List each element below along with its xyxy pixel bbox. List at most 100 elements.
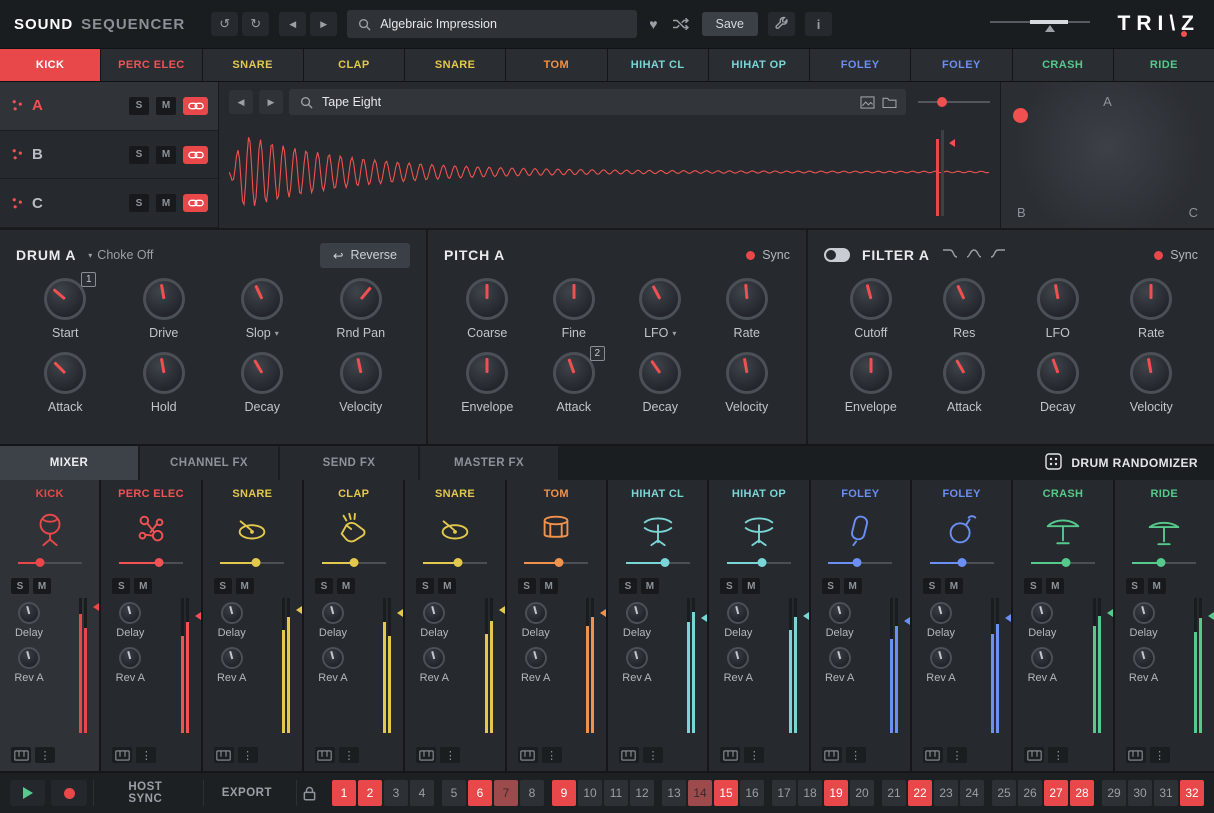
reverb-send-knob[interactable]: Rev A — [923, 647, 959, 684]
reverb-send-knob[interactable]: Rev A — [619, 647, 655, 684]
knob[interactable]: Drive — [115, 278, 214, 340]
delay-send-knob[interactable]: Delay — [518, 602, 554, 639]
delay-send-knob[interactable]: Delay — [619, 602, 655, 639]
mixer-channel-strip[interactable]: HIHAT CL S M Delay Rev A ⋮ — [608, 480, 707, 771]
drum-pad-tab[interactable]: PERC ELEC — [101, 49, 201, 81]
drum-pad-tab[interactable]: RIDE — [1114, 49, 1214, 81]
keyboard-button[interactable] — [720, 747, 740, 763]
channel-menu-button[interactable]: ⋮ — [643, 747, 663, 763]
channel-volume-slider[interactable] — [322, 558, 386, 568]
xy-cursor[interactable] — [1013, 108, 1028, 123]
master-volume-fader[interactable] — [990, 15, 1090, 33]
sequencer-step[interactable]: 8 — [520, 780, 544, 806]
delay-send-knob[interactable]: Delay — [1126, 602, 1162, 639]
layer-volume-slider[interactable] — [918, 96, 990, 108]
preset-search[interactable] — [347, 10, 637, 38]
channel-volume-slider[interactable] — [1132, 558, 1196, 568]
sequencer-step[interactable]: 2 — [358, 780, 382, 806]
channel-mute-button[interactable]: M — [742, 578, 760, 594]
channel-mute-button[interactable]: M — [337, 578, 355, 594]
export-button[interactable]: EXPORT — [203, 780, 290, 806]
filter-enable-toggle[interactable] — [824, 248, 850, 262]
channel-solo-button[interactable]: S — [923, 578, 941, 594]
channel-volume-slider[interactable] — [828, 558, 892, 568]
reverb-send-knob[interactable]: Rev A — [315, 647, 351, 684]
layer-solo-button[interactable]: S — [129, 146, 149, 164]
drum-pad-tab[interactable]: SNARE — [203, 49, 303, 81]
knob[interactable]: Fine — [531, 278, 618, 340]
channel-mute-button[interactable]: M — [438, 578, 456, 594]
keyboard-button[interactable] — [619, 747, 639, 763]
channel-menu-button[interactable]: ⋮ — [136, 747, 156, 763]
keyboard-button[interactable] — [1126, 747, 1146, 763]
sequencer-step[interactable]: 5 — [442, 780, 466, 806]
drum-pad-tab[interactable]: CLAP — [304, 49, 404, 81]
mixer-channel-strip[interactable]: KICK S M Delay Rev A ⋮ — [0, 480, 99, 771]
layer-solo-button[interactable]: S — [129, 194, 149, 212]
channel-menu-button[interactable]: ⋮ — [339, 747, 359, 763]
channel-mute-button[interactable]: M — [641, 578, 659, 594]
knob[interactable]: Attack — [918, 352, 1012, 414]
channel-mute-button[interactable]: M — [1046, 578, 1064, 594]
fx-tab[interactable]: MIXER — [0, 446, 138, 480]
keyboard-button[interactable] — [416, 747, 436, 763]
delay-send-knob[interactable]: Delay — [11, 602, 47, 639]
sequencer-step[interactable]: 19 — [824, 780, 848, 806]
channel-solo-button[interactable]: S — [518, 578, 536, 594]
channel-mute-button[interactable]: M — [844, 578, 862, 594]
knob[interactable]: Envelope — [444, 352, 531, 414]
chevron-down-icon[interactable]: ▾ — [672, 329, 676, 338]
keyboard-button[interactable] — [822, 747, 842, 763]
sequencer-step[interactable]: 16 — [740, 780, 764, 806]
reverb-send-knob[interactable]: Rev A — [214, 647, 250, 684]
channel-mute-button[interactable]: M — [134, 578, 152, 594]
sample-search-input[interactable] — [322, 95, 853, 109]
sample-preview-icon[interactable] — [860, 96, 875, 109]
channel-solo-button[interactable]: S — [1024, 578, 1042, 594]
keyboard-button[interactable] — [11, 747, 31, 763]
drum-randomizer-button[interactable]: DRUM RANDOMIZER — [1029, 446, 1214, 480]
knob[interactable]: Hold — [115, 352, 214, 414]
sequencer-step[interactable]: 21 — [882, 780, 906, 806]
layer-link-button[interactable] — [183, 97, 208, 115]
tab-sound[interactable]: SOUND — [14, 16, 73, 33]
channel-volume-slider[interactable] — [626, 558, 690, 568]
sequencer-step[interactable]: 22 — [908, 780, 932, 806]
layer-row[interactable]: A S M — [0, 82, 218, 131]
reverb-send-knob[interactable]: Rev A — [11, 647, 47, 684]
channel-solo-button[interactable]: S — [11, 578, 29, 594]
preset-search-input[interactable] — [380, 17, 628, 31]
sequencer-step[interactable]: 1 — [332, 780, 356, 806]
reverb-send-knob[interactable]: Rev A — [720, 647, 756, 684]
sequencer-step[interactable]: 27 — [1044, 780, 1068, 806]
layer-mute-button[interactable]: M — [156, 146, 176, 164]
bandpass-icon[interactable] — [966, 246, 982, 264]
layer-row[interactable]: C S M — [0, 179, 218, 228]
reverb-send-knob[interactable]: Rev A — [518, 647, 554, 684]
sequencer-step[interactable]: 10 — [578, 780, 602, 806]
knob[interactable]: Rate — [704, 278, 791, 340]
shuffle-icon[interactable] — [670, 18, 692, 30]
drum-pad-tab[interactable]: HIHAT OP — [709, 49, 809, 81]
knob[interactable]: Rate — [1105, 278, 1199, 340]
channel-mute-button[interactable]: M — [33, 578, 51, 594]
channel-menu-button[interactable]: ⋮ — [1150, 747, 1170, 763]
mixer-channel-strip[interactable]: PERC ELEC S M Delay Rev A ⋮ — [101, 480, 200, 771]
channel-menu-button[interactable]: ⋮ — [846, 747, 866, 763]
undo-button[interactable]: ↺ — [211, 12, 238, 36]
keyboard-button[interactable] — [112, 747, 132, 763]
channel-solo-button[interactable]: S — [720, 578, 738, 594]
delay-send-knob[interactable]: Delay — [822, 602, 858, 639]
sequencer-step[interactable]: 26 — [1018, 780, 1042, 806]
channel-menu-button[interactable]: ⋮ — [744, 747, 764, 763]
sequencer-step[interactable]: 25 — [992, 780, 1016, 806]
mixer-channel-strip[interactable]: FOLEY S M Delay Rev A ⋮ — [811, 480, 910, 771]
knob[interactable]: Attack — [16, 352, 115, 414]
browse-folder-icon[interactable] — [882, 96, 897, 108]
keyboard-button[interactable] — [214, 747, 234, 763]
sequencer-step[interactable]: 12 — [630, 780, 654, 806]
filter-sync-toggle[interactable]: Sync — [1154, 248, 1198, 262]
knob[interactable]: Decay — [213, 352, 312, 414]
info-button[interactable]: i — [805, 12, 832, 36]
knob[interactable]: Velocity — [1105, 352, 1199, 414]
